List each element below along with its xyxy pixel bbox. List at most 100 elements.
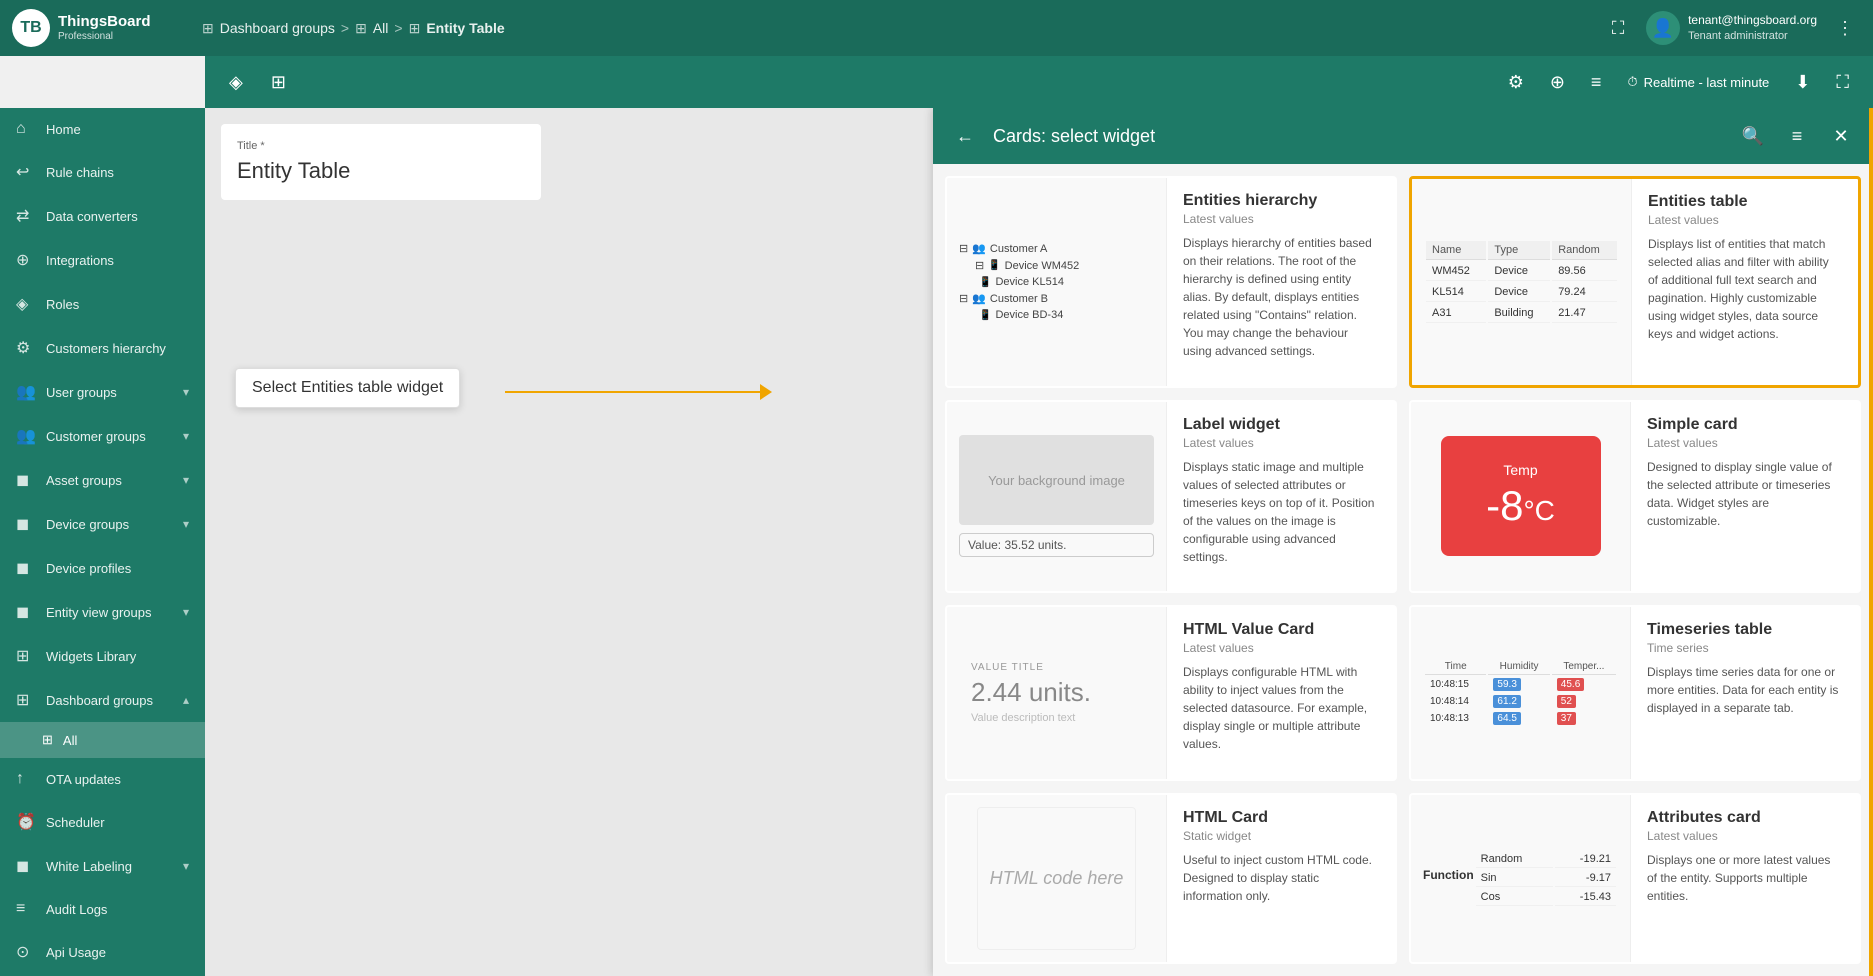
- sidebar-item-api-usage[interactable]: ⊙ Api Usage: [0, 930, 205, 974]
- scheduler-icon: ⏰: [16, 812, 36, 832]
- widget-preview-attributes: Function Random-19.21 Sin-9.17 Cos-15.43: [1411, 795, 1631, 963]
- breadcrumb: ⊞ Dashboard groups > ⊞ All > ⊞ Entity Ta…: [202, 20, 1592, 37]
- sidebar-item-white-labeling[interactable]: ◼ White Labeling ▾: [0, 844, 205, 888]
- sidebar-item-asset-groups[interactable]: ◼ Asset groups ▾: [0, 458, 205, 502]
- widget-preview-hierarchy: ⊟👥Customer A ⊟📱Device WM452 📱Device KL51…: [947, 178, 1167, 386]
- widget-preview-label: Your background image Value: 35.52 units…: [947, 402, 1167, 592]
- widget-info-html-card: HTML Card Static widget Useful to inject…: [1167, 795, 1395, 963]
- api-usage-icon: ⊙: [16, 942, 36, 962]
- dashboard-groups-icon: ⊞: [16, 690, 36, 710]
- nav-right: ⛶ 👤 tenant@thingsboard.org Tenant admini…: [1602, 11, 1861, 45]
- entity-view-groups-chevron: ▾: [183, 605, 189, 619]
- filters-button[interactable]: ≡: [1583, 66, 1610, 99]
- customer-groups-icon: 👥: [16, 426, 36, 446]
- widget-selector-panel: ← Cards: select widget 🔍 ≡ ✕ ⊟👥Customer …: [933, 108, 1873, 976]
- settings-button[interactable]: ⚙: [1500, 66, 1532, 99]
- dashboard-area: Title * Entity Table Select Entities tab…: [205, 108, 1873, 976]
- sidebar-item-audit-logs[interactable]: ≡ Audit Logs: [0, 888, 205, 930]
- sidebar-item-integrations[interactable]: ⊕ Integrations: [0, 238, 205, 282]
- widget-info-table: Entities table Latest values Displays li…: [1632, 179, 1858, 385]
- sidebar-subitem-all[interactable]: ⊞ All: [0, 722, 205, 758]
- widget-title-card: Title * Entity Table: [221, 124, 541, 200]
- integrations-icon: ⊕: [16, 250, 36, 270]
- logo[interactable]: TB ThingsBoard Professional: [12, 9, 192, 47]
- customer-groups-chevron: ▾: [183, 429, 189, 443]
- entity-alias-button[interactable]: ⊕: [1542, 66, 1573, 99]
- sidebar-item-device-groups[interactable]: ◼ Device groups ▾: [0, 502, 205, 546]
- user-menu[interactable]: 👤 tenant@thingsboard.org Tenant administ…: [1646, 11, 1817, 45]
- widget-card-timeseries[interactable]: TimeHumidityTemper... 10:48:15 59.3 45.6: [1409, 605, 1861, 781]
- ota-updates-icon: ↑: [16, 770, 36, 788]
- sidebar-item-dashboard-groups[interactable]: ⊞ Dashboard groups ▴: [0, 678, 205, 722]
- edit-mode-button[interactable]: ◈: [221, 66, 251, 99]
- more-menu-button[interactable]: ⋮: [1829, 12, 1861, 44]
- sidebar-item-customers-hierarchy[interactable]: ⚙ Customers hierarchy: [0, 326, 205, 370]
- right-edge-indicator: [1869, 108, 1873, 976]
- asset-groups-icon: ◼: [16, 470, 36, 490]
- user-info: tenant@thingsboard.org Tenant administra…: [1688, 13, 1817, 43]
- widget-card-entities-hierarchy[interactable]: ⊟👥Customer A ⊟📱Device WM452 📱Device KL51…: [945, 176, 1397, 388]
- user-groups-icon: 👥: [16, 382, 36, 402]
- data-converters-icon: ⇄: [16, 206, 36, 226]
- top-navigation: TB ThingsBoard Professional ⊞ Dashboard …: [0, 0, 1873, 56]
- widget-card-simple-card[interactable]: Temp -8 °C Simple card Latest values Des…: [1409, 400, 1861, 594]
- roles-icon: ◈: [16, 294, 36, 314]
- widget-info-timeseries: Timeseries table Time series Displays ti…: [1631, 607, 1859, 779]
- widget-card-entities-table[interactable]: NameTypeRandom WM452Device89.56 KL514Dev…: [1409, 176, 1861, 388]
- device-groups-icon: ◼: [16, 514, 36, 534]
- widget-info-label: Label widget Latest values Displays stat…: [1167, 402, 1395, 592]
- audit-logs-icon: ≡: [16, 900, 36, 918]
- widget-card-attributes[interactable]: Function Random-19.21 Sin-9.17 Cos-15.43…: [1409, 793, 1861, 965]
- sidebar-item-roles[interactable]: ◈ Roles: [0, 282, 205, 326]
- user-groups-chevron: ▾: [183, 385, 189, 399]
- sidebar-item-device-profiles[interactable]: ◼ Device profiles: [0, 546, 205, 590]
- widget-title-display: Entity Table: [237, 158, 525, 184]
- main-layout: ⌂ Home ↩ Rule chains ⇄ Data converters ⊕…: [0, 108, 1873, 976]
- sidebar-item-widgets-library[interactable]: ⊞ Widgets Library: [0, 634, 205, 678]
- search-icon-button[interactable]: 🔍: [1737, 120, 1769, 152]
- fullscreen-button[interactable]: ⛶: [1602, 12, 1634, 44]
- customers-hierarchy-icon: ⚙: [16, 338, 36, 358]
- device-groups-chevron: ▾: [183, 517, 189, 531]
- widget-card-html-value[interactable]: VALUE TITLE 2.44 units. Value descriptio…: [945, 605, 1397, 781]
- realtime-button[interactable]: ⏱ Realtime - last minute: [1619, 70, 1777, 94]
- asset-groups-chevron: ▾: [183, 473, 189, 487]
- sidebar-item-entity-view-groups[interactable]: ◼ Entity view groups ▾: [0, 590, 205, 634]
- widget-card-label[interactable]: Your background image Value: 35.52 units…: [945, 400, 1397, 594]
- title-label: Title *: [237, 140, 525, 152]
- widget-info-hierarchy: Entities hierarchy Latest values Display…: [1167, 178, 1395, 386]
- widget-info-simple-card: Simple card Latest values Designed to di…: [1631, 402, 1859, 592]
- all-icon: ⊞: [42, 732, 53, 748]
- sidebar-item-ota-updates[interactable]: ↑ OTA updates: [0, 758, 205, 800]
- widget-preview-timeseries: TimeHumidityTemper... 10:48:15 59.3 45.6: [1411, 607, 1631, 779]
- sidebar-item-rule-chains[interactable]: ↩ Rule chains: [0, 150, 205, 194]
- select-entities-tooltip: Select Entities table widget: [235, 368, 460, 408]
- sidebar-item-user-groups[interactable]: 👥 User groups ▾: [0, 370, 205, 414]
- white-labeling-icon: ◼: [16, 856, 36, 876]
- entity-view-groups-icon: ◼: [16, 602, 36, 622]
- toolbar-right: ⚙ ⊕ ≡ ⏱ Realtime - last minute ⬇ ⛶: [1500, 66, 1857, 99]
- widget-info-html-value: HTML Value Card Latest values Displays c…: [1167, 607, 1395, 779]
- sidebar-item-customer-groups[interactable]: 👥 Customer groups ▾: [0, 414, 205, 458]
- fullscreen-dashboard-button[interactable]: ⛶: [1828, 66, 1857, 99]
- close-panel-button[interactable]: ✕: [1825, 120, 1857, 152]
- panel-title: Cards: select widget: [993, 126, 1725, 147]
- widget-preview-simple-card: Temp -8 °C: [1411, 402, 1631, 592]
- main-content: Title * Entity Table Select Entities tab…: [205, 108, 1873, 976]
- sidebar-item-home[interactable]: ⌂ Home: [0, 108, 205, 150]
- arrow-line: [505, 391, 765, 393]
- arrow-head: [760, 384, 772, 400]
- sidebar: ⌂ Home ↩ Rule chains ⇄ Data converters ⊕…: [0, 108, 205, 976]
- sidebar-item-data-converters[interactable]: ⇄ Data converters: [0, 194, 205, 238]
- back-button[interactable]: ←: [949, 120, 981, 152]
- dashboard-groups-chevron: ▴: [183, 693, 189, 707]
- filter-icon-button[interactable]: ≡: [1781, 120, 1813, 152]
- download-button[interactable]: ⬇: [1787, 66, 1818, 99]
- sidebar-item-scheduler[interactable]: ⏰ Scheduler: [0, 800, 205, 844]
- logo-icon: TB: [12, 9, 50, 47]
- dashboard-toolbar: ◈ ⊞ ⚙ ⊕ ≡ ⏱ Realtime - last minute ⬇ ⛶: [205, 56, 1873, 108]
- white-labeling-chevron: ▾: [183, 859, 189, 873]
- view-mode-button[interactable]: ⊞: [263, 66, 294, 99]
- widget-card-html-card[interactable]: HTML code here HTML Card Static widget U…: [945, 793, 1397, 965]
- widget-grid: ⊟👥Customer A ⊟📱Device WM452 📱Device KL51…: [933, 164, 1873, 976]
